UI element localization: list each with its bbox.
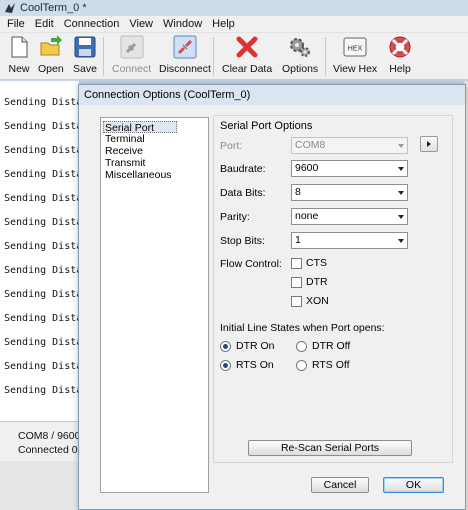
serial-port-options-panel: Serial Port Options Port: COM8 Baudrate:… bbox=[213, 115, 453, 463]
cancel-button[interactable]: Cancel bbox=[311, 477, 369, 493]
menu-window[interactable]: Window bbox=[158, 18, 207, 30]
gears-icon bbox=[290, 38, 311, 57]
parity-label: Parity: bbox=[220, 211, 250, 223]
connect-button[interactable]: Connect bbox=[112, 35, 151, 78]
open-button[interactable]: Open bbox=[38, 35, 64, 78]
view-hex-button[interactable]: HEX View Hex bbox=[333, 35, 377, 78]
terminal-line: Sending Distan bbox=[4, 361, 80, 372]
plug-icon bbox=[120, 35, 144, 59]
menu-edit[interactable]: Edit bbox=[30, 18, 59, 30]
rescan-serial-ports-button[interactable]: Re-Scan Serial Ports bbox=[248, 440, 412, 456]
menu-view[interactable]: View bbox=[124, 18, 158, 30]
terminal-line: Sending Distan bbox=[4, 169, 80, 180]
menu-file[interactable]: File bbox=[2, 18, 30, 30]
save-button[interactable]: Save bbox=[73, 35, 97, 78]
dtr-on-radio[interactable]: DTR On bbox=[220, 340, 275, 352]
terminal-line: Sending Distan bbox=[4, 97, 80, 108]
baudrate-label: Baudrate: bbox=[220, 163, 266, 175]
terminal-line: Sending Distan bbox=[4, 265, 80, 276]
app-logo-icon bbox=[5, 3, 15, 13]
chevron-down-icon bbox=[398, 167, 404, 171]
unplug-icon bbox=[173, 35, 197, 59]
category-transmit[interactable]: Transmit bbox=[104, 157, 146, 169]
floppy-disk-icon bbox=[74, 36, 96, 58]
parity-select[interactable]: none bbox=[291, 208, 408, 225]
svg-text:HEX: HEX bbox=[348, 46, 363, 53]
terminal-line: Sending Distan bbox=[4, 145, 80, 156]
terminal-line: Sending Distan bbox=[4, 121, 80, 132]
cts-checkbox[interactable]: CTS bbox=[291, 257, 327, 269]
stop-bits-select[interactable]: 1 bbox=[291, 232, 408, 249]
help-button[interactable]: Help bbox=[388, 35, 412, 78]
connection-status-text: Connected 00: bbox=[18, 444, 87, 456]
data-bits-select[interactable]: 8 bbox=[291, 184, 408, 201]
toolbar: New Open Save Connect Disconnect Clear D… bbox=[0, 33, 468, 80]
chevron-down-icon bbox=[398, 239, 404, 243]
rts-off-radio[interactable]: RTS Off bbox=[296, 359, 350, 371]
category-list[interactable]: Serial Port Terminal Receive Transmit Mi… bbox=[100, 117, 209, 493]
terminal-line: Sending Distan bbox=[4, 217, 80, 228]
dtr-checkbox[interactable]: DTR bbox=[291, 276, 328, 288]
window-title-bar: CoolTerm_0 * bbox=[0, 0, 468, 16]
menu-connection[interactable]: Connection bbox=[59, 18, 125, 30]
xon-checkbox[interactable]: XON bbox=[291, 295, 329, 307]
terminal-output[interactable]: Sending Distan Sending Distan Sending Di… bbox=[0, 81, 80, 421]
terminal-line: Sending Distan bbox=[4, 337, 80, 348]
disconnect-button[interactable]: Disconnect bbox=[159, 35, 211, 78]
hex-icon: HEX bbox=[343, 37, 367, 57]
ok-button[interactable]: OK bbox=[383, 477, 444, 493]
new-file-icon bbox=[11, 36, 28, 58]
menu-help[interactable]: Help bbox=[207, 18, 240, 30]
rts-on-radio[interactable]: RTS On bbox=[220, 359, 274, 371]
menu-bar: File Edit Connection View Window Help bbox=[0, 16, 468, 33]
line-states-label: Initial Line States when Port opens: bbox=[220, 322, 385, 334]
chevron-down-icon bbox=[398, 144, 404, 148]
data-bits-label: Data Bits: bbox=[220, 187, 266, 199]
open-folder-icon bbox=[40, 35, 62, 56]
port-label: Port: bbox=[220, 140, 243, 152]
section-title: Serial Port Options bbox=[220, 120, 313, 132]
toolbar-separator bbox=[213, 37, 214, 76]
lifebuoy-icon bbox=[389, 36, 411, 58]
terminal-line: Sending Distan bbox=[4, 241, 80, 252]
category-serial-port[interactable]: Serial Port bbox=[103, 121, 177, 134]
flow-control-label: Flow Control: bbox=[220, 258, 282, 270]
terminal-line: Sending Distan bbox=[4, 193, 80, 204]
new-button[interactable]: New bbox=[7, 35, 31, 78]
window-bottom bbox=[0, 461, 80, 510]
category-terminal[interactable]: Terminal bbox=[104, 133, 146, 145]
red-x-icon bbox=[236, 36, 258, 58]
port-select[interactable]: COM8 bbox=[291, 137, 408, 154]
terminal-line: Sending Distan bbox=[4, 385, 80, 396]
terminal-line: Sending Distan bbox=[4, 289, 80, 300]
port-info-button[interactable] bbox=[420, 136, 438, 152]
window-title: CoolTerm_0 * bbox=[20, 2, 87, 14]
dtr-off-radio[interactable]: DTR Off bbox=[296, 340, 350, 352]
chevron-down-icon bbox=[398, 191, 404, 195]
status-bar: COM8 / 9600 8 Connected 00: bbox=[0, 421, 89, 461]
stop-bits-label: Stop Bits: bbox=[220, 235, 265, 247]
toolbar-separator bbox=[325, 37, 326, 76]
toolbar-separator bbox=[103, 37, 104, 76]
dialog-title: Connection Options (CoolTerm_0) bbox=[79, 85, 465, 105]
connection-options-dialog: Connection Options (CoolTerm_0) Serial P… bbox=[78, 84, 466, 510]
clear-data-button[interactable]: Clear Data bbox=[222, 35, 272, 78]
options-button[interactable]: Options bbox=[282, 35, 318, 78]
baudrate-select[interactable]: 9600 bbox=[291, 160, 408, 177]
category-receive[interactable]: Receive bbox=[104, 145, 144, 157]
terminal-line: Sending Distan bbox=[4, 313, 80, 324]
chevron-down-icon bbox=[398, 215, 404, 219]
category-miscellaneous[interactable]: Miscellaneous bbox=[104, 169, 173, 181]
